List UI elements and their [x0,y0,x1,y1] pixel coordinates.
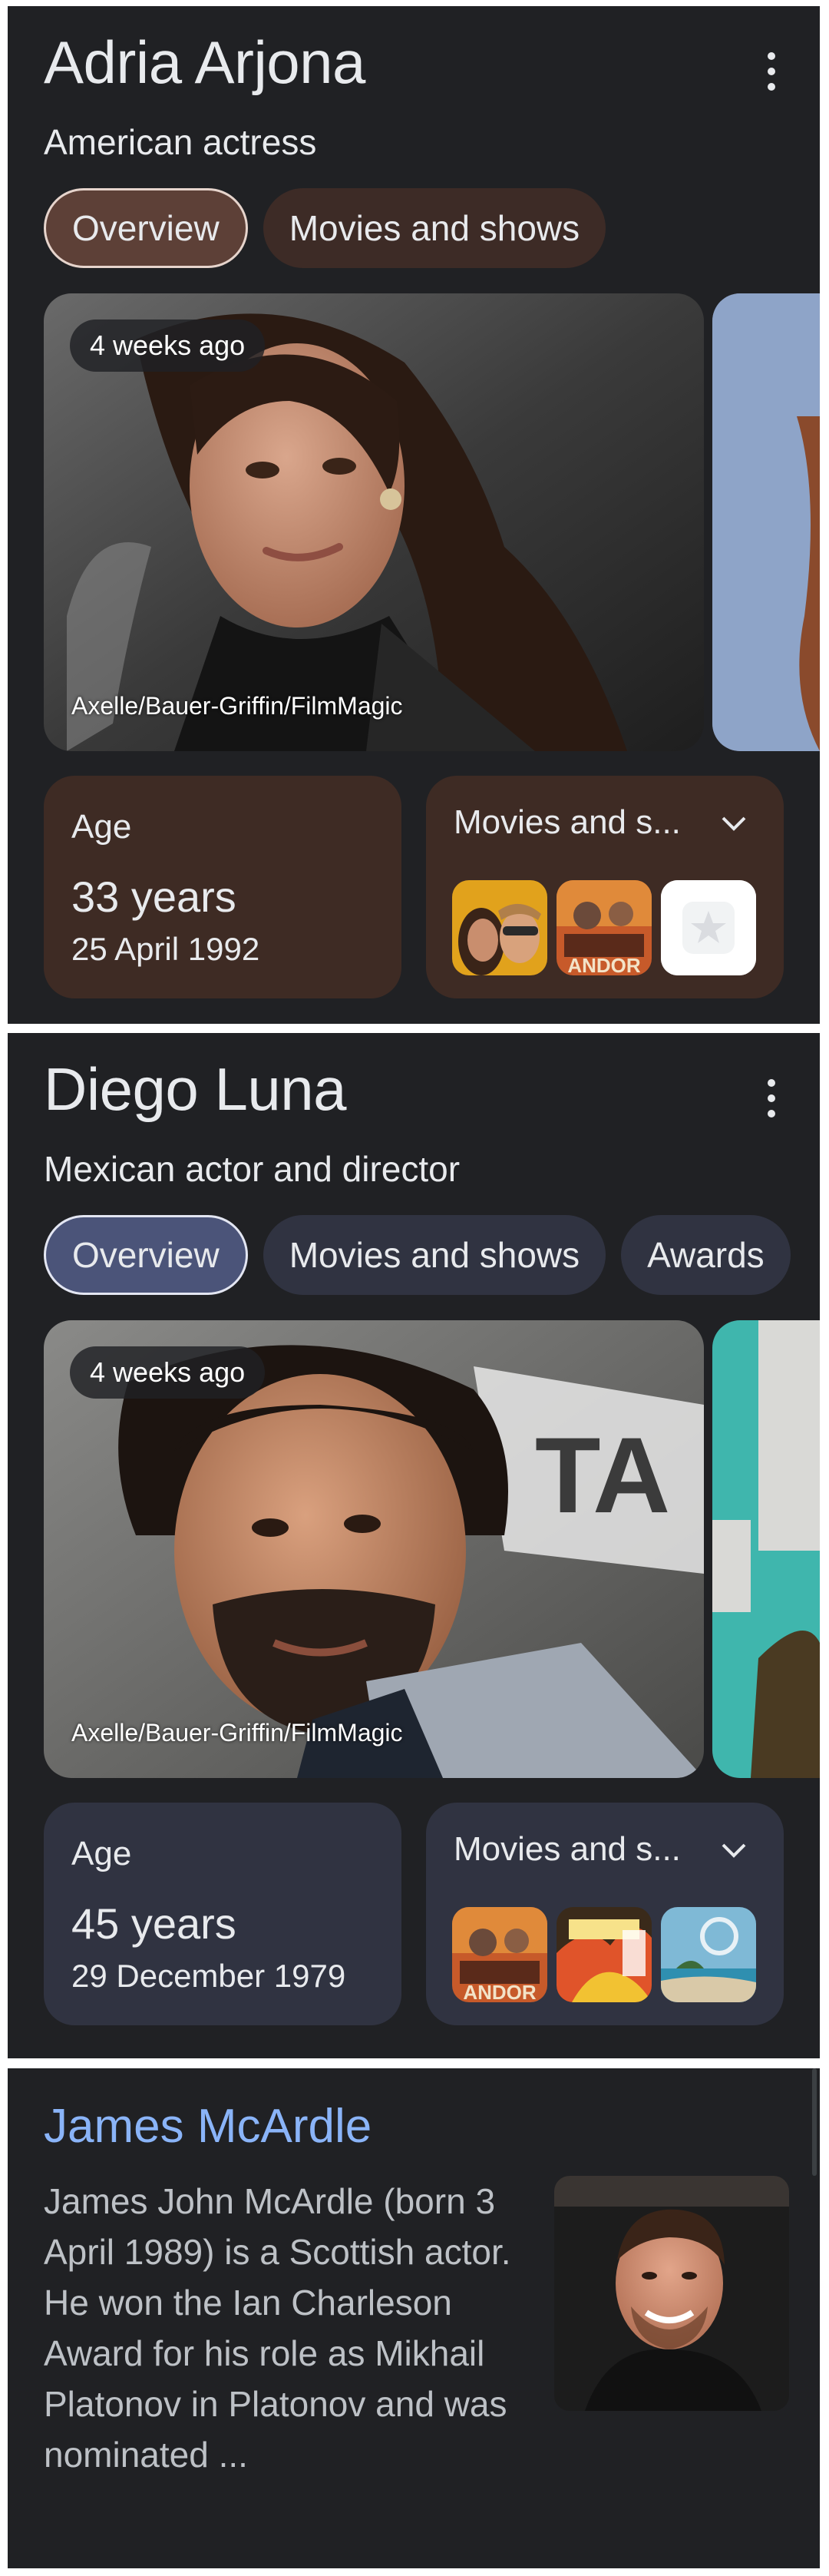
photo-credit: Axelle/Bauer-Griffin/FilmMagic [71,1719,403,1747]
age-value: 33 years [71,872,236,921]
movie-thumbnail-placeholder[interactable] [661,880,756,975]
chevron-down-icon [722,816,746,831]
movie-thumbnail[interactable]: ANDOR [452,1907,547,2002]
movies-card-label: Movies and s... [454,803,681,841]
movie-thumbnail[interactable] [661,1907,756,2002]
time-badge: 4 weeks ago [70,1346,266,1399]
movies-card-label: Movies and s... [454,1830,681,1868]
entity-photo[interactable]: 4 weeks ago Axelle/Bauer-Griffin/FilmMag… [44,293,704,751]
entity-photo[interactable]: TA 4 weeks ago Axelle/Bauer-Griffin/Film… [44,1320,704,1778]
chevron-down-icon [722,1843,746,1858]
search-result-james-mcardle: James McArdle James John McArdle (born 3… [8,2068,820,2568]
scrollbar[interactable] [812,2068,817,2176]
result-title-link[interactable]: James McArdle [44,2099,372,2154]
movie-thumbnail[interactable] [452,880,547,975]
time-badge: 4 weeks ago [70,320,266,372]
svg-text:ANDOR: ANDOR [567,954,641,975]
star-placeholder-icon [661,880,756,975]
age-card-label: Age [71,808,132,846]
result-thumbnail[interactable] [554,2176,789,2411]
tab-awards[interactable]: Awards [621,1215,791,1295]
age-card[interactable]: Age 33 years 25 April 1992 [44,776,401,998]
result-snippet: James John McArdle (born 3 April 1989) i… [44,2181,511,2475]
movie-thumbnail[interactable] [557,1907,652,2002]
movies-card[interactable]: Movies and s... ANDOR [426,776,784,998]
more-options-icon[interactable] [765,52,778,91]
photo-credit: Axelle/Bauer-Griffin/FilmMagic [71,692,403,720]
next-photo-preview[interactable] [712,293,820,751]
knowledge-panel-adria-arjona: Adria Arjona American actress Overview M… [8,6,820,1024]
age-value: 45 years [71,1899,236,1948]
tab-movies-and-shows[interactable]: Movies and shows [263,1215,606,1295]
age-card-label: Age [71,1835,132,1872]
knowledge-panel-diego-luna: Diego Luna Mexican actor and director Ov… [8,1033,820,2058]
movie-thumbnail[interactable]: ANDOR [557,880,652,975]
entity-subtitle: Mexican actor and director [44,1149,461,1189]
entity-subtitle: American actress [44,122,317,162]
tab-chips: Overview Movies and shows [44,188,606,268]
more-options-icon[interactable] [765,1079,778,1117]
svg-text:ANDOR: ANDOR [463,1981,537,2002]
svg-text:TA: TA [535,1415,670,1535]
next-photo-preview[interactable] [712,1320,820,1778]
movies-card[interactable]: Movies and s... ANDOR [426,1803,784,2025]
birth-date: 29 December 1979 [71,1958,346,1994]
birth-date: 25 April 1992 [71,931,260,967]
tab-movies-and-shows[interactable]: Movies and shows [263,188,606,268]
tab-overview[interactable]: Overview [44,1215,248,1295]
entity-title: Adria Arjona [44,28,365,96]
tab-chips: Overview Movies and shows Awards [44,1215,791,1295]
age-card[interactable]: Age 45 years 29 December 1979 [44,1803,401,2025]
tab-overview[interactable]: Overview [44,188,248,268]
entity-title: Diego Luna [44,1055,347,1123]
